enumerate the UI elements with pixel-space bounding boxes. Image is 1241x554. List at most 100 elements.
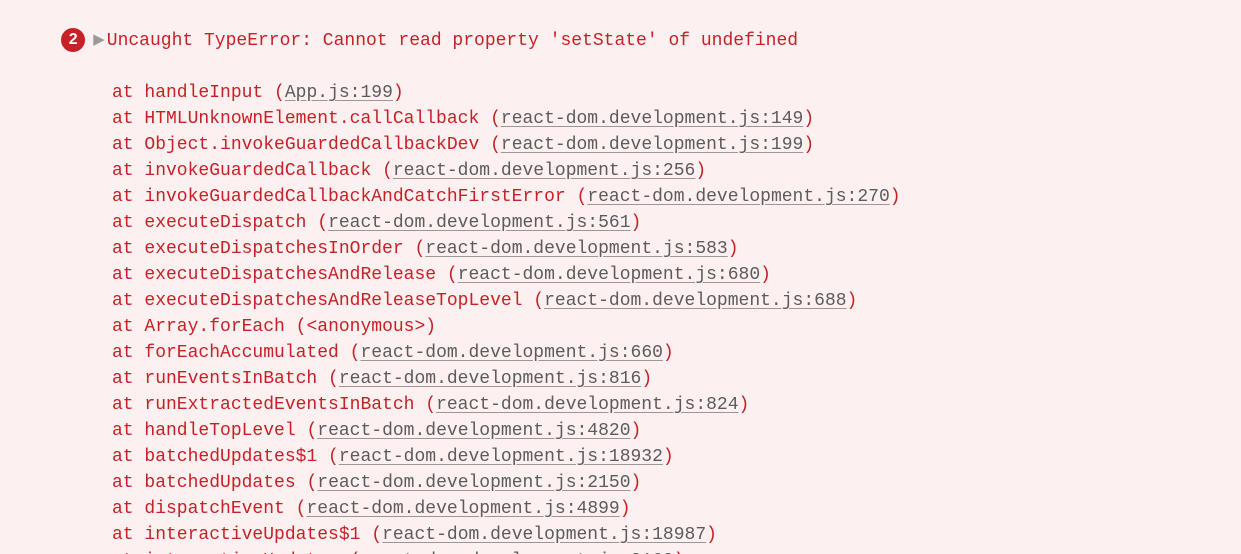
stack-function: dispatchEvent — [144, 499, 284, 519]
open-paren: ( — [317, 213, 328, 233]
close-paren: ) — [706, 525, 717, 545]
at-keyword: at — [112, 421, 144, 441]
stack-location-anonymous: <anonymous> — [306, 317, 425, 337]
at-keyword: at — [112, 369, 144, 389]
stack-frame: at invokeGuardedCallback (react-dom.deve… — [4, 158, 1237, 184]
at-keyword: at — [112, 447, 144, 467]
open-paren: ( — [296, 499, 307, 519]
stack-function: handleInput — [144, 83, 263, 103]
at-keyword: at — [112, 525, 144, 545]
stack-function: invokeGuardedCallback — [144, 161, 371, 181]
close-paren: ) — [425, 317, 436, 337]
open-paren: ( — [490, 135, 501, 155]
at-keyword: at — [112, 213, 144, 233]
stack-location-link[interactable]: react-dom.development.js:2150 — [317, 473, 630, 493]
stack-frame: at batchedUpdates$1 (react-dom.developme… — [4, 444, 1237, 470]
disclosure-triangle-icon[interactable]: ▶ — [93, 28, 105, 54]
at-keyword: at — [112, 135, 144, 155]
close-paren: ) — [663, 447, 674, 467]
close-paren: ) — [631, 213, 642, 233]
at-keyword: at — [112, 317, 144, 337]
close-paren: ) — [620, 499, 631, 519]
open-paren: ( — [306, 421, 317, 441]
stack-frame: at executeDispatchesAndRelease (react-do… — [4, 262, 1237, 288]
open-paren: ( — [328, 369, 339, 389]
stack-location-link[interactable]: react-dom.development.js:680 — [458, 265, 760, 285]
stack-location-link[interactable]: react-dom.development.js:18932 — [339, 447, 663, 467]
stack-frame: at invokeGuardedCallbackAndCatchFirstErr… — [4, 184, 1237, 210]
error-header-row[interactable]: 2▶Uncaught TypeError: Cannot read proper… — [4, 2, 1237, 80]
open-paren: ( — [577, 187, 588, 207]
at-keyword: at — [112, 109, 144, 129]
at-keyword: at — [112, 343, 144, 363]
stack-function: HTMLUnknownElement.callCallback — [144, 109, 479, 129]
stack-location-link[interactable]: react-dom.development.js:824 — [436, 395, 738, 415]
close-paren: ) — [695, 161, 706, 181]
stack-function: batchedUpdates — [144, 473, 295, 493]
stack-location-link[interactable]: react-dom.development.js:4820 — [317, 421, 630, 441]
open-paren: ( — [414, 239, 425, 259]
open-paren: ( — [371, 525, 382, 545]
stack-function: invokeGuardedCallbackAndCatchFirstError — [144, 187, 565, 207]
stack-frame: at interactiveUpdates$1 (react-dom.devel… — [4, 522, 1237, 548]
stack-location-link[interactable]: react-dom.development.js:4899 — [306, 499, 619, 519]
stack-function: executeDispatchesAndReleaseTopLevel — [144, 291, 522, 311]
stack-location-link[interactable]: react-dom.development.js:816 — [339, 369, 641, 389]
close-paren: ) — [663, 343, 674, 363]
close-paren: ) — [803, 135, 814, 155]
stack-function: executeDispatch — [144, 213, 306, 233]
stack-location-link[interactable]: react-dom.development.js:583 — [425, 239, 727, 259]
error-count-badge[interactable]: 2 — [61, 28, 85, 52]
stack-location-link[interactable]: react-dom.development.js:199 — [501, 135, 803, 155]
stack-location-link[interactable]: react-dom.development.js:270 — [587, 187, 889, 207]
stack-frame: at runEventsInBatch (react-dom.developme… — [4, 366, 1237, 392]
stack-frame: at interactiveUpdates (react-dom.develop… — [4, 548, 1237, 554]
open-paren: ( — [296, 317, 307, 337]
stack-frame: at dispatchEvent (react-dom.development.… — [4, 496, 1237, 522]
open-paren: ( — [328, 447, 339, 467]
stack-location-link[interactable]: react-dom.development.js:561 — [328, 213, 630, 233]
stack-function: executeDispatchesAndRelease — [144, 265, 436, 285]
stack-function: executeDispatchesInOrder — [144, 239, 403, 259]
at-keyword: at — [112, 265, 144, 285]
at-keyword: at — [112, 395, 144, 415]
close-paren: ) — [631, 421, 642, 441]
open-paren: ( — [274, 83, 285, 103]
stack-frame: at forEachAccumulated (react-dom.develop… — [4, 340, 1237, 366]
at-keyword: at — [112, 83, 144, 103]
stack-frame: at Object.invokeGuardedCallbackDev (reac… — [4, 132, 1237, 158]
stack-location-link[interactable]: react-dom.development.js:18987 — [382, 525, 706, 545]
close-paren: ) — [739, 395, 750, 415]
stack-trace: at handleInput (App.js:199)at HTMLUnknow… — [4, 80, 1237, 554]
stack-location-link[interactable]: react-dom.development.js:660 — [360, 343, 662, 363]
at-keyword: at — [112, 239, 144, 259]
stack-function: runEventsInBatch — [144, 369, 317, 389]
stack-function: Array.forEach — [144, 317, 284, 337]
stack-function: forEachAccumulated — [144, 343, 338, 363]
at-keyword: at — [112, 499, 144, 519]
close-paren: ) — [641, 369, 652, 389]
open-paren: ( — [533, 291, 544, 311]
at-keyword: at — [112, 187, 144, 207]
open-paren: ( — [425, 395, 436, 415]
stack-function: Object.invokeGuardedCallbackDev — [144, 135, 479, 155]
close-paren: ) — [760, 265, 771, 285]
stack-location-link[interactable]: react-dom.development.js:256 — [393, 161, 695, 181]
stack-function: batchedUpdates$1 — [144, 447, 317, 467]
stack-function: interactiveUpdates$1 — [144, 525, 360, 545]
close-paren: ) — [803, 109, 814, 129]
stack-frame: at runExtractedEventsInBatch (react-dom.… — [4, 392, 1237, 418]
open-paren: ( — [350, 343, 361, 363]
open-paren: ( — [306, 473, 317, 493]
stack-location-link[interactable]: App.js:199 — [285, 83, 393, 103]
stack-location-link[interactable]: react-dom.development.js:149 — [501, 109, 803, 129]
at-keyword: at — [112, 161, 144, 181]
at-keyword: at — [112, 473, 144, 493]
console-error-log: 2▶Uncaught TypeError: Cannot read proper… — [0, 0, 1241, 554]
open-paren: ( — [447, 265, 458, 285]
at-keyword: at — [112, 291, 144, 311]
stack-frame: at batchedUpdates (react-dom.development… — [4, 470, 1237, 496]
stack-frame: at executeDispatchesAndReleaseTopLevel (… — [4, 288, 1237, 314]
stack-location-link[interactable]: react-dom.development.js:688 — [544, 291, 846, 311]
stack-function: runExtractedEventsInBatch — [144, 395, 414, 415]
